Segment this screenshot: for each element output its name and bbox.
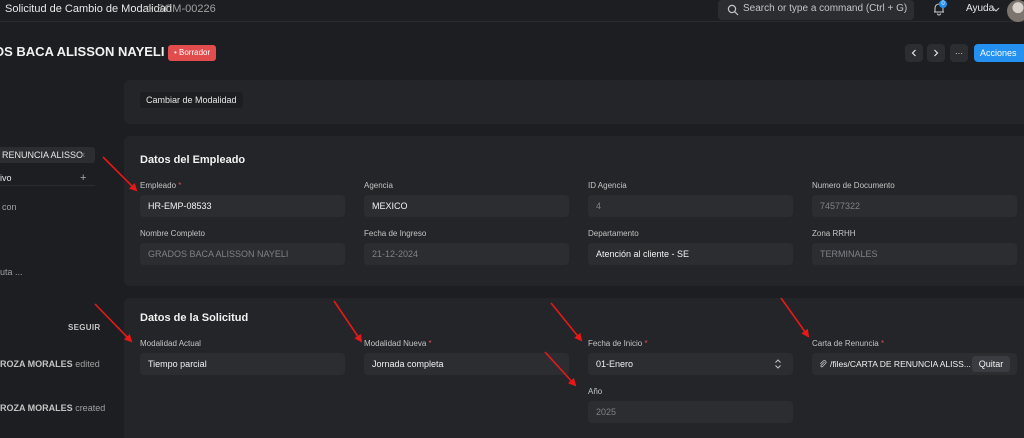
id-agencia-label: ID Agencia — [588, 181, 627, 190]
activity-item: ROZA MORALES created — [0, 403, 105, 413]
activity-item: ROZA MORALES edited — [0, 359, 100, 369]
carta-renuncia-label: Carta de Renuncia * — [812, 339, 885, 348]
breadcrumb-separator: > — [146, 3, 153, 15]
fecha-ingreso-field: 21-12-2024 — [364, 243, 569, 265]
zona-rrhh-label: Zona RRHH — [812, 229, 856, 238]
fecha-inicio-label: Fecha de Inicio * — [588, 339, 648, 348]
activity-action: created — [75, 403, 106, 413]
nombre-completo-label: Nombre Completo — [140, 229, 205, 238]
anio-label: Año — [588, 387, 603, 396]
search-icon — [727, 4, 739, 16]
notification-badge: 0 — [939, 0, 947, 8]
chevron-right-icon — [934, 49, 939, 57]
employee-section-title: Datos del Empleado — [140, 154, 246, 166]
numero-documento-field: 74577322 — [812, 195, 1017, 217]
chevron-left-icon — [911, 49, 916, 57]
agencia-field[interactable]: MEXICO — [364, 195, 569, 217]
follow-button[interactable]: SEGUIR — [68, 323, 100, 332]
activity-user: ROZA MORALES — [0, 403, 73, 413]
numero-documento-label: Numero de Documento — [812, 181, 895, 190]
nombre-completo-field: GRADOS BACA ALISSON NAYELI — [140, 243, 345, 265]
modalidad-actual-label: Modalidad Actual — [140, 339, 201, 348]
remove-attachment-button[interactable]: Quitar — [972, 356, 1010, 372]
sidebar-row[interactable]: ivo + — [0, 170, 95, 186]
actions-button[interactable]: Acciones — [974, 44, 1024, 62]
agencia-label: Agencia — [364, 181, 393, 190]
carta-renuncia-path[interactable]: /files/CARTA DE RENUNCIA ALISS... — [830, 359, 971, 369]
departamento-label: Departamento — [588, 229, 639, 238]
departamento-field[interactable]: Atención al cliente - SE — [588, 243, 793, 265]
chevron-down-icon — [992, 7, 1000, 12]
paperclip-icon — [820, 360, 827, 368]
fecha-ingreso-label: Fecha de Ingreso — [364, 229, 427, 238]
more-options-button[interactable]: ··· — [950, 44, 968, 62]
activity-user: ROZA MORALES — [0, 359, 73, 369]
breadcrumb-document[interactable]: SCM-00226 — [157, 3, 216, 15]
help-menu[interactable]: Ayuda — [966, 3, 994, 14]
modalidad-nueva-field[interactable]: Jornada completa — [364, 353, 569, 375]
action-card — [124, 80, 1024, 124]
request-section-title: Datos de la Solicitud — [140, 312, 249, 324]
sidebar-text: con — [2, 202, 17, 212]
search-bar[interactable]: Search or type a command (Ctrl + G) — [718, 0, 914, 20]
fecha-inicio-value: 01-Enero — [596, 359, 634, 369]
activity-action: edited — [75, 359, 100, 369]
modalidad-nueva-label: Modalidad Nueva * — [364, 339, 432, 348]
zona-rrhh-field: TERMINALES — [812, 243, 1017, 265]
empleado-label: Empleado * — [140, 181, 182, 190]
select-arrows-icon — [775, 359, 781, 369]
sidebar-attachment-name: RENUNCIA ALISSO — [2, 150, 84, 160]
sidebar-attachment[interactable]: RENUNCIA ALISSO × — [0, 147, 95, 163]
empleado-field[interactable]: HR-EMP-08533 — [140, 195, 345, 217]
search-placeholder: Search or type a command (Ctrl + G) — [743, 3, 908, 14]
carta-renuncia-attachment[interactable]: /files/CARTA DE RENUNCIA ALISS... Quitar — [812, 353, 1017, 375]
sidebar-text[interactable]: uta ... — [0, 267, 23, 277]
top-navbar: Solicitud de Cambio de Modalidad > SCM-0… — [0, 0, 1024, 22]
change-modality-button[interactable]: Cambiar de Modalidad — [140, 92, 243, 108]
fecha-inicio-select[interactable]: 01-Enero — [588, 353, 793, 375]
modalidad-actual-field[interactable]: Tiempo parcial — [140, 353, 345, 375]
previous-button[interactable] — [905, 44, 923, 62]
id-agencia-field: 4 — [588, 195, 793, 217]
close-icon[interactable]: × — [80, 147, 85, 163]
status-badge: • Borrador — [168, 45, 217, 61]
next-button[interactable] — [927, 44, 945, 62]
page-title: OS BACA ALISSON NAYELI — [0, 44, 165, 59]
sidebar-row-label: ivo — [0, 173, 12, 183]
plus-icon[interactable]: + — [80, 170, 86, 186]
user-avatar[interactable] — [1007, 0, 1024, 22]
anio-field: 2025 — [588, 401, 793, 423]
